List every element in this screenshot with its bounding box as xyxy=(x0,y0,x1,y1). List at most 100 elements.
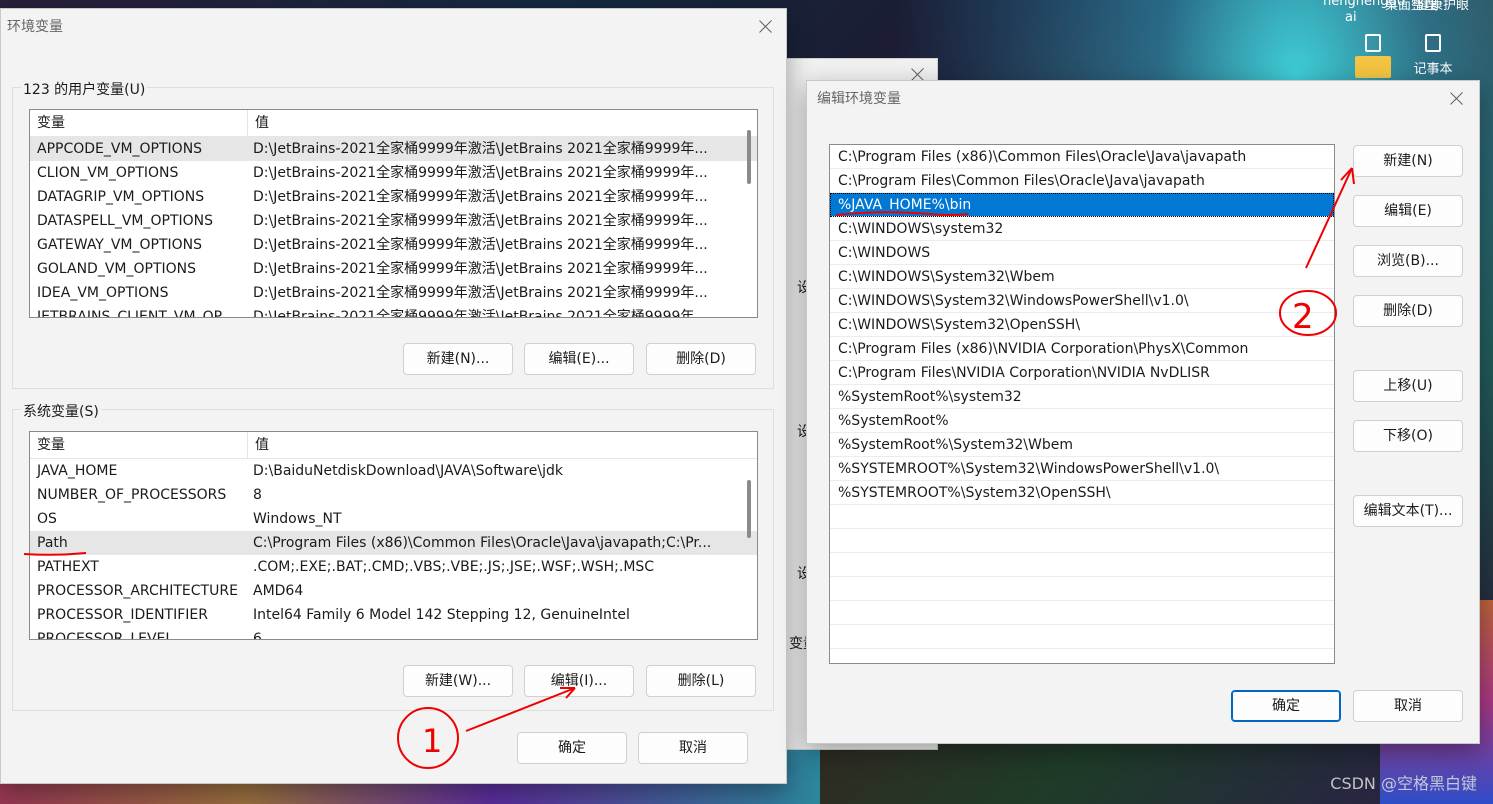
table-row[interactable]: GATEWAY_VM_OPTIONS D:\JetBrains-2021全家桶99… xyxy=(30,233,757,257)
path-entry[interactable]: C:\WINDOWS\System32\WindowsPowerShell\v1… xyxy=(830,289,1334,313)
path-entry[interactable]: C:\WINDOWS\System32\OpenSSH\ xyxy=(830,313,1334,337)
variable-name: PROCESSOR_LEVEL xyxy=(37,631,174,640)
path-edit-button[interactable]: 编辑(E) xyxy=(1353,195,1463,227)
variable-name: DATASPELL_VM_OPTIONS xyxy=(37,213,214,229)
table-row[interactable]: JAVA_HOME D:\BaiduNetdiskDownload\JAVA\So… xyxy=(30,459,757,483)
path-entry[interactable] xyxy=(830,625,1334,649)
path-entry[interactable]: %SystemRoot%\System32\Wbem xyxy=(830,433,1334,457)
variable-value: D:\BaiduNetdiskDownload\JAVA\Software\jd… xyxy=(253,463,563,479)
table-row[interactable]: PROCESSOR_ARCHITECTURE AMD64 xyxy=(30,579,757,603)
cancel-button[interactable]: 取消 xyxy=(1353,690,1463,722)
table-row[interactable]: PATHEXT .COM;.EXE;.BAT;.CMD;.VBS;.VBE;.JS… xyxy=(30,555,757,579)
column-header-variable[interactable]: 变量 xyxy=(30,110,248,136)
column-header-variable[interactable]: 变量 xyxy=(30,432,248,458)
variable-name: JAVA_HOME xyxy=(37,463,118,479)
path-entry[interactable]: C:\WINDOWS xyxy=(830,241,1334,265)
close-icon[interactable] xyxy=(1449,90,1465,106)
variable-name: PATHEXT xyxy=(37,559,99,575)
table-row[interactable]: DATAGRIP_VM_OPTIONS D:\JetBrains-2021全家桶9… xyxy=(30,185,757,209)
variable-name: PROCESSOR_ARCHITECTURE xyxy=(37,583,238,599)
watermark: CSDN @空格黑白键 xyxy=(1330,774,1477,793)
notepad-desktop-icon[interactable]: 记事本 xyxy=(1403,0,1463,77)
path-entry[interactable] xyxy=(830,577,1334,601)
variable-value: Windows_NT xyxy=(253,511,342,527)
window-title: 环境变量 xyxy=(7,19,63,35)
path-entry[interactable]: %SYSTEMROOT%\System32\WindowsPowerShell\… xyxy=(830,457,1334,481)
table-row[interactable]: PROCESSOR_IDENTIFIER Intel64 Family 6 Mod… xyxy=(30,603,757,627)
path-entry[interactable]: C:\Program Files\NVIDIA Corporation\NVID… xyxy=(830,361,1334,385)
user-vars-list[interactable]: 变量 值 APPCODE_VM_OPTIONS D:\JetBrains-2021… xyxy=(29,109,758,318)
system-new-button[interactable]: 新建(W)... xyxy=(403,665,513,697)
variable-value: D:\JetBrains-2021全家桶9999年激活\JetBrains 20… xyxy=(253,285,708,301)
path-entry[interactable]: %SystemRoot% xyxy=(830,409,1334,433)
path-entry[interactable] xyxy=(830,505,1334,529)
scrollbar[interactable] xyxy=(747,480,751,538)
folder-icon xyxy=(1355,56,1391,78)
variable-name: GATEWAY_VM_OPTIONS xyxy=(37,237,203,253)
variable-name: CLION_VM_OPTIONS xyxy=(37,165,179,181)
path-entry[interactable]: C:\Program Files (x86)\NVIDIA Corporatio… xyxy=(830,337,1334,361)
table-row[interactable]: OS Windows_NT xyxy=(30,507,757,531)
variable-name: GOLAND_VM_OPTIONS xyxy=(37,261,196,277)
table-row[interactable]: IDEA_VM_OPTIONS D:\JetBrains-2021全家桶9999年… xyxy=(30,281,757,305)
path-new-button[interactable]: 新建(N) xyxy=(1353,145,1463,177)
notepad-label: 记事本 xyxy=(1413,62,1453,77)
table-row[interactable]: PROCESSOR_LEVEL 6 xyxy=(30,627,757,640)
calculator-desktop-icon[interactable] xyxy=(1343,0,1403,78)
table-row[interactable]: CLION_VM_OPTIONS D:\JetBrains-2021全家桶9999… xyxy=(30,161,757,185)
path-entry[interactable] xyxy=(830,553,1334,577)
ok-button[interactable]: 确定 xyxy=(1231,690,1341,722)
path-entry[interactable]: %SystemRoot%\system32 xyxy=(830,385,1334,409)
variable-value: .COM;.EXE;.BAT;.CMD;.VBS;.VBE;.JS;.JSE;.… xyxy=(253,559,655,575)
user-new-button[interactable]: 新建(N)... xyxy=(403,343,513,375)
path-entry[interactable] xyxy=(830,649,1334,663)
path-entry[interactable]: %SYSTEMROOT%\System32\OpenSSH\ xyxy=(830,481,1334,505)
variable-value: 6 xyxy=(253,631,262,640)
scrollbar[interactable] xyxy=(747,130,751,184)
variable-value: AMD64 xyxy=(253,583,304,599)
group-title: 123 的用户变量(U) xyxy=(21,79,148,99)
path-entry[interactable]: C:\WINDOWS\System32\Wbem xyxy=(830,265,1334,289)
path-entry[interactable]: C:\Program Files (x86)\Common Files\Orac… xyxy=(830,145,1334,169)
user-delete-button[interactable]: 删除(D) xyxy=(646,343,756,375)
calculator-icon xyxy=(1365,34,1381,52)
variable-value: D:\JetBrains-2021全家桶9999年激活\JetBrains 20… xyxy=(253,309,708,318)
move-up-button[interactable]: 上移(U) xyxy=(1353,370,1463,402)
table-row[interactable]: JETBRAINS_CLIENT_VM_OP... D:\JetBrains-20… xyxy=(30,305,757,318)
system-vars-list[interactable]: 变量 值 JAVA_HOME D:\BaiduNetdiskDownload\JA… xyxy=(29,431,758,640)
variable-name: DATAGRIP_VM_OPTIONS xyxy=(37,189,205,205)
move-down-button[interactable]: 下移(O) xyxy=(1353,420,1463,452)
ok-button[interactable]: 确定 xyxy=(517,732,627,764)
table-row[interactable]: Path C:\Program Files (x86)\Common Files\… xyxy=(30,531,757,555)
edit-text-button[interactable]: 编辑文本(T)... xyxy=(1353,495,1463,527)
variable-name: Path xyxy=(37,535,68,551)
group-title: 系统变量(S) xyxy=(21,401,101,421)
path-entry[interactable]: C:\Program Files\Common Files\Oracle\Jav… xyxy=(830,169,1334,193)
path-delete-button[interactable]: 删除(D) xyxy=(1353,295,1463,327)
variable-value: D:\JetBrains-2021全家桶9999年激活\JetBrains 20… xyxy=(253,261,708,277)
table-row[interactable]: DATASPELL_VM_OPTIONS D:\JetBrains-2021全家桶… xyxy=(30,209,757,233)
close-icon[interactable] xyxy=(758,18,774,34)
path-list[interactable]: C:\Program Files (x86)\Common Files\Orac… xyxy=(829,144,1335,664)
table-row[interactable]: GOLAND_VM_OPTIONS D:\JetBrains-2021全家桶999… xyxy=(30,257,757,281)
variable-name: NUMBER_OF_PROCESSORS xyxy=(37,487,227,503)
variable-value: C:\Program Files (x86)\Common Files\Orac… xyxy=(253,535,712,551)
path-browse-button[interactable]: 浏览(B)... xyxy=(1353,245,1463,277)
column-header-value[interactable]: 值 xyxy=(248,110,269,136)
variable-name: OS xyxy=(37,511,57,527)
table-row[interactable]: APPCODE_VM_OPTIONS D:\JetBrains-2021全家桶99… xyxy=(30,137,757,161)
notepad-icon xyxy=(1425,34,1441,52)
path-entry[interactable] xyxy=(830,601,1334,625)
list-header: 变量 值 xyxy=(30,432,757,459)
path-entry[interactable] xyxy=(830,529,1334,553)
window-title: 编辑环境变量 xyxy=(817,91,901,107)
system-edit-button[interactable]: 编辑(I)... xyxy=(524,665,634,697)
user-edit-button[interactable]: 编辑(E)... xyxy=(524,343,634,375)
variable-value: D:\JetBrains-2021全家桶9999年激活\JetBrains 20… xyxy=(253,165,708,181)
column-header-value[interactable]: 值 xyxy=(248,432,269,458)
path-entry[interactable]: %JAVA_HOME%\bin xyxy=(830,193,1334,217)
cancel-button[interactable]: 取消 xyxy=(638,732,748,764)
system-delete-button[interactable]: 删除(L) xyxy=(646,665,756,697)
table-row[interactable]: NUMBER_OF_PROCESSORS 8 xyxy=(30,483,757,507)
path-entry[interactable]: C:\WINDOWS\system32 xyxy=(830,217,1334,241)
